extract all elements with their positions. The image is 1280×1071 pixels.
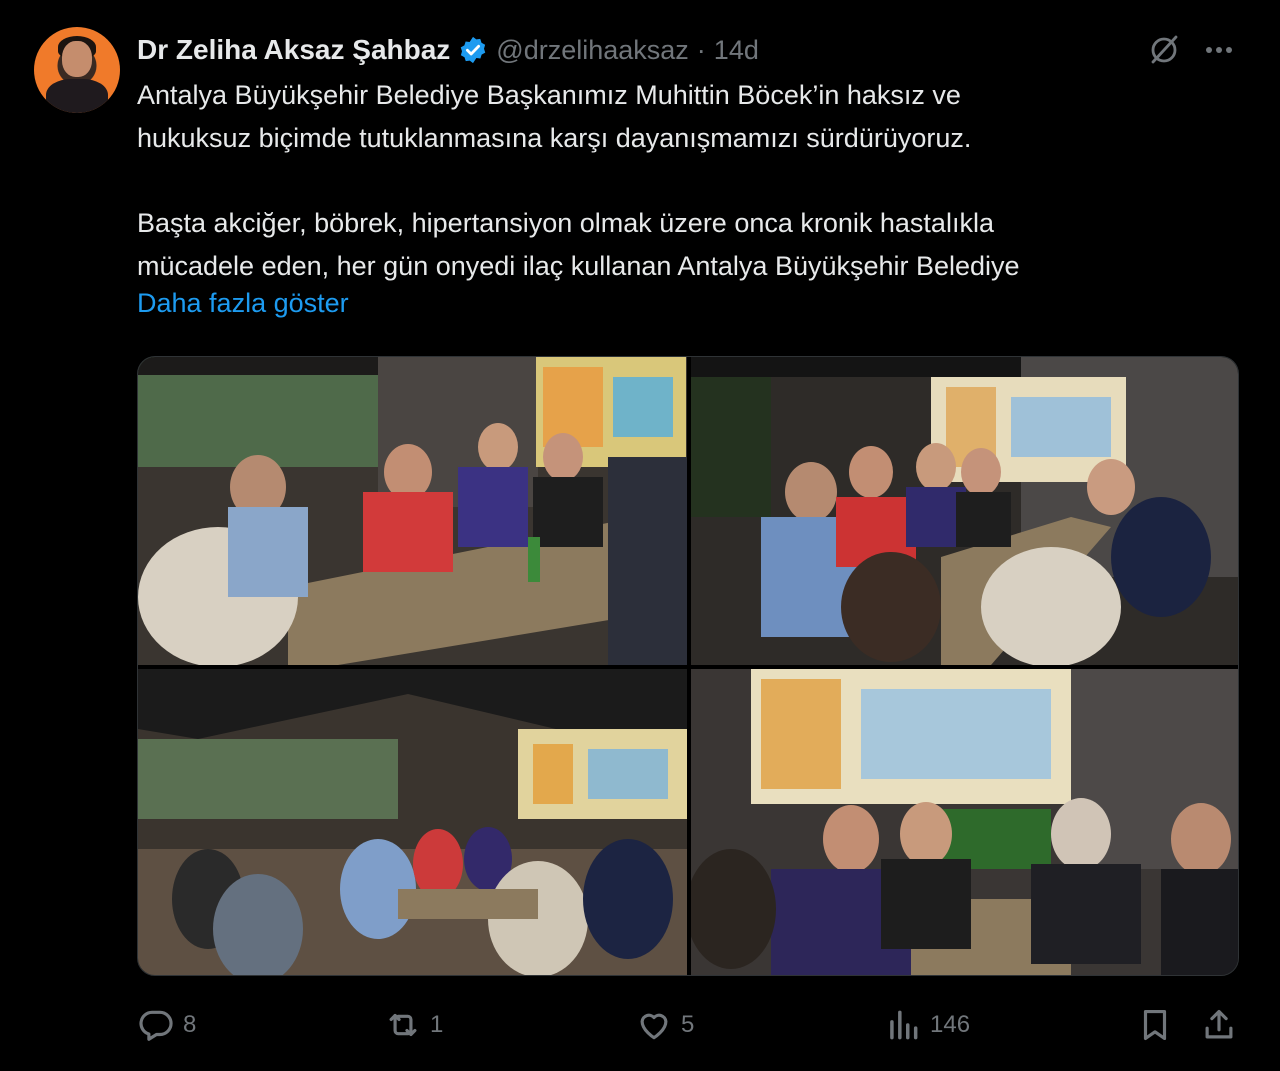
media-photo-4[interactable] <box>691 669 1238 975</box>
views-count: 146 <box>930 1011 971 1038</box>
reply-button[interactable]: 8 <box>137 1005 196 1045</box>
avatar-body <box>46 79 108 113</box>
share-button[interactable] <box>1200 1005 1238 1045</box>
tweet-text-line-3: Başta akciğer, böbrek, hipertansiyon olm… <box>137 208 994 238</box>
like-button[interactable]: 5 <box>635 1005 694 1045</box>
media-photo-3[interactable] <box>138 669 687 975</box>
views-button[interactable]: 146 <box>884 1005 970 1045</box>
tweet-time[interactable]: 14d <box>714 35 759 66</box>
bookmark-button[interactable] <box>1136 1005 1174 1045</box>
tweet-header: Dr Zeliha Aksaz Şahbaz @drzelihaaksaz · … <box>137 30 759 70</box>
separator-dot: · <box>696 34 706 65</box>
like-icon <box>640 1013 668 1040</box>
verified-badge-icon[interactable] <box>458 35 488 65</box>
author-name[interactable]: Dr Zeliha Aksaz Şahbaz <box>137 34 450 66</box>
tweet-text-line-4: mücadele eden, her gün onyedi ilaç kulla… <box>137 251 1020 281</box>
tweet-text-line-1: Antalya Büyükşehir Belediye Başkanımız M… <box>137 80 961 110</box>
show-more-link[interactable]: Daha fazla göster <box>137 288 349 319</box>
repost-button[interactable]: 1 <box>384 1005 443 1045</box>
grok-icon[interactable] <box>1146 32 1182 68</box>
avatar-face <box>62 41 92 77</box>
author-avatar[interactable] <box>34 27 120 113</box>
share-icon <box>1205 1009 1233 1039</box>
reply-icon <box>139 1010 173 1041</box>
like-count: 5 <box>681 1011 695 1038</box>
media-grid <box>137 356 1239 976</box>
repost-icon <box>389 1013 417 1037</box>
repost-count: 1 <box>430 1011 444 1038</box>
views-icon <box>890 1010 918 1040</box>
more-icon[interactable] <box>1201 34 1237 66</box>
media-photo-2[interactable] <box>691 357 1238 665</box>
media-photo-1[interactable] <box>138 357 687 665</box>
tweet-actions-bar: 8 1 5 146 <box>0 1005 1280 1045</box>
tweet-text-line-2: hukuksuz biçimde tutuklanmasına karşı da… <box>137 123 972 153</box>
author-handle[interactable]: @drzelihaaksaz <box>496 35 689 66</box>
reply-count: 8 <box>183 1011 197 1038</box>
bookmark-icon <box>1143 1009 1167 1041</box>
